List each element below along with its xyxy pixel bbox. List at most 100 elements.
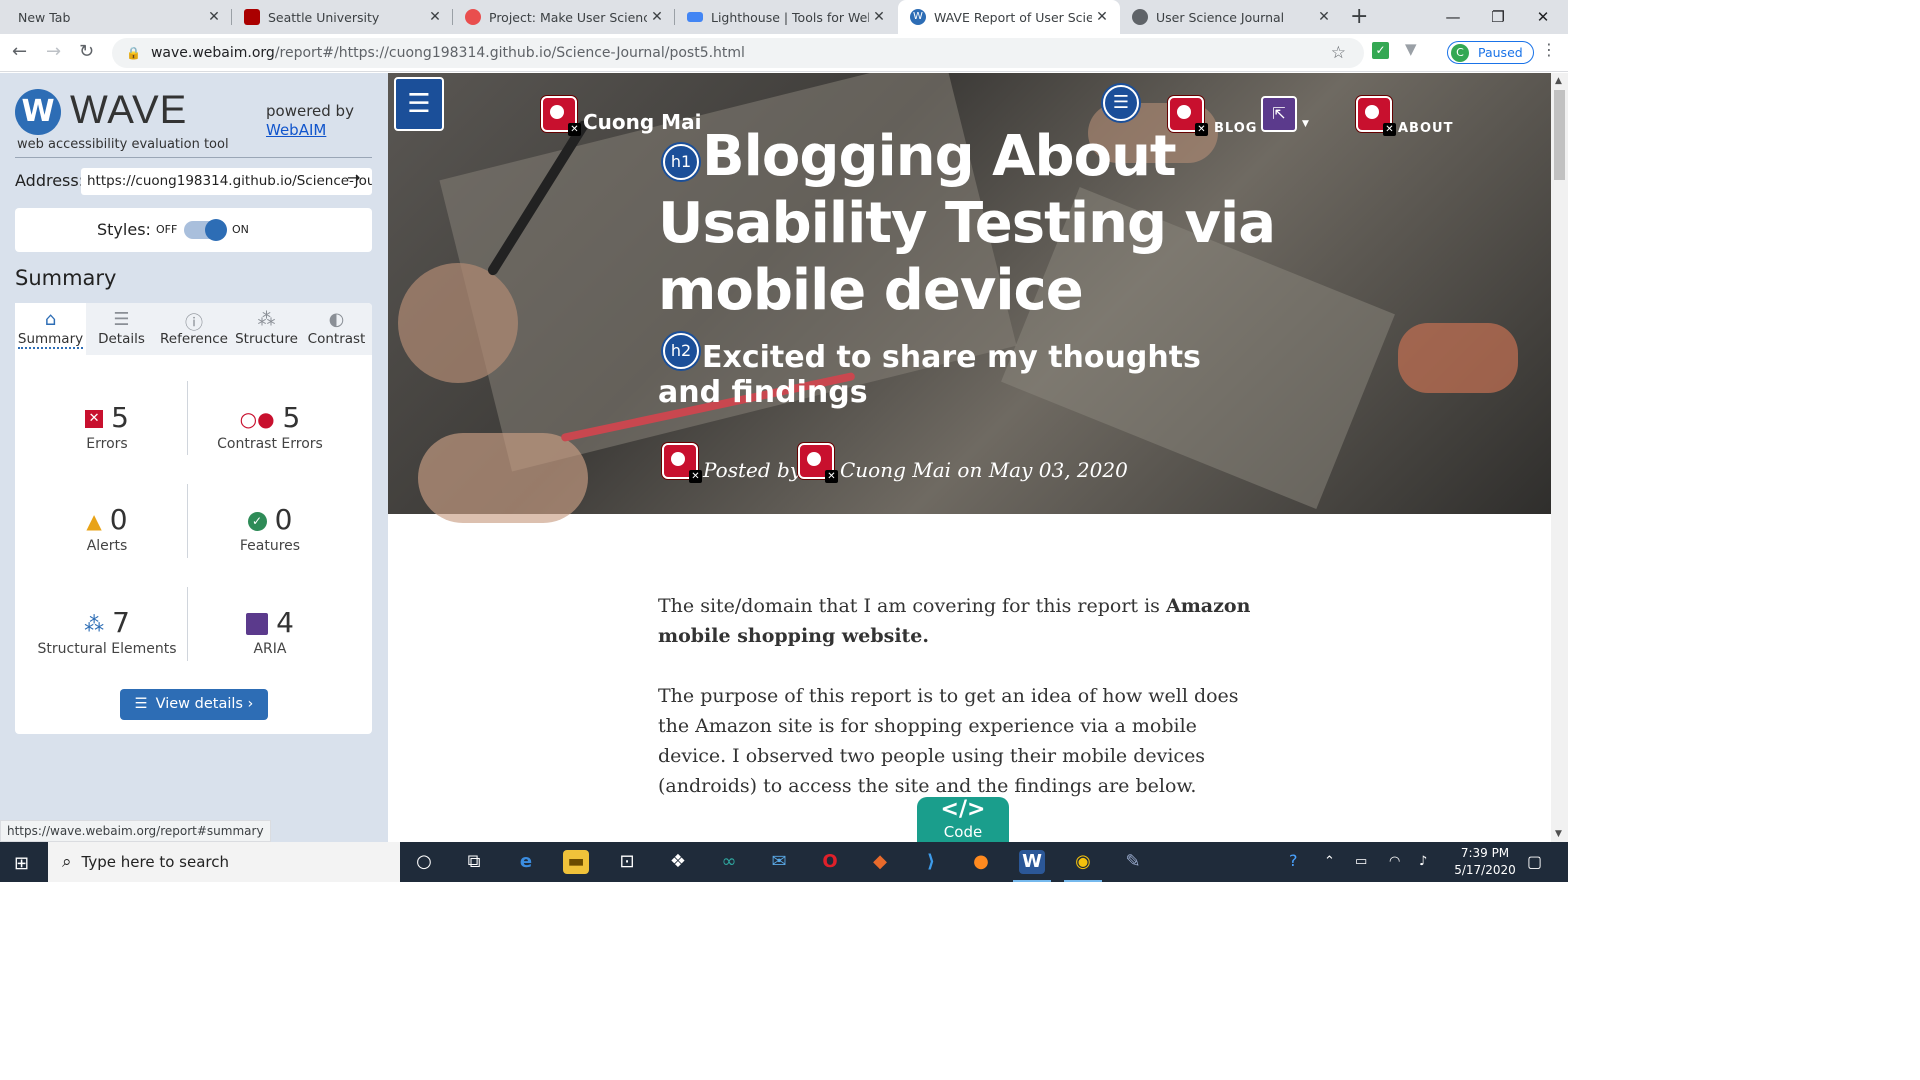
wave-list-icon[interactable]: ☰ — [1103, 85, 1139, 121]
tab-close-icon[interactable]: ✕ — [1314, 9, 1334, 25]
structural-stat[interactable]: ⁂ 7 Structural Elements — [22, 605, 192, 657]
tab-close-icon[interactable]: ✕ — [869, 9, 889, 25]
feature-check-icon: ✓ — [247, 511, 267, 531]
profile-status: Paused — [1478, 45, 1523, 60]
alerts-label: Alerts — [86, 538, 128, 554]
minimize-icon[interactable]: — — [1430, 0, 1476, 34]
extension-v-icon[interactable]: ▼ — [1405, 40, 1417, 58]
vscode-icon[interactable]: ⟩ — [918, 850, 944, 874]
tab-close-icon[interactable]: ✕ — [647, 9, 667, 25]
home-icon: ⌂ — [44, 309, 57, 330]
code-label: Code — [943, 823, 983, 841]
code-button[interactable]: </> Code — [917, 797, 1009, 842]
paragraph: The site/domain that I am covering for t… — [658, 591, 1268, 651]
mail-icon[interactable]: ✉ — [766, 850, 792, 874]
infinity-app-icon[interactable]: ∞ — [716, 850, 742, 874]
contrast-label: Contrast Errors — [217, 436, 323, 452]
dropbox-icon[interactable]: ❖ — [665, 850, 691, 874]
page-scrollbar[interactable]: ▲ ▼ — [1551, 73, 1568, 842]
windows-start-icon[interactable]: ⊞ — [14, 853, 29, 874]
webaim-link[interactable]: WebAIM — [266, 121, 326, 139]
tab-project[interactable]: Project: Make User Science Jo ✕ — [453, 0, 675, 34]
edge-icon[interactable]: e — [513, 850, 539, 874]
tab-wave-report[interactable]: W WAVE Report of User Science ✕ — [898, 0, 1120, 34]
features-stat[interactable]: ✓ 0 Features — [185, 502, 355, 554]
alerts-stat[interactable]: ▲ 0 Alerts — [22, 502, 192, 554]
tab-user-science-journal[interactable]: User Science Journal ✕ — [1120, 0, 1342, 34]
styles-toggle[interactable] — [184, 219, 227, 241]
taskbar-search[interactable]: ⌕ Type here to search — [48, 842, 400, 882]
paragraph: The purpose of this report is to get an … — [658, 685, 1239, 797]
tab-close-icon[interactable]: ✕ — [1092, 9, 1112, 25]
aria-count: 4 — [276, 606, 294, 639]
scrollbar-thumb[interactable] — [1554, 90, 1565, 180]
wave-error-icon[interactable]: ✕ — [541, 96, 581, 136]
file-explorer-icon[interactable]: ▬ — [563, 850, 589, 874]
errors-stat[interactable]: ✕ 5 Errors — [22, 400, 192, 452]
scroll-up-icon[interactable]: ▲ — [1555, 76, 1562, 86]
tab-seattle-university[interactable]: Seattle University ✕ — [232, 0, 453, 34]
wave-error-icon[interactable]: ✕ — [798, 443, 838, 483]
tab-reference[interactable]: ⓘ Reference — [157, 303, 231, 355]
tab-contrast[interactable]: ◐ Contrast — [301, 303, 372, 355]
forward-arrow-icon[interactable]: → — [46, 41, 61, 62]
opera-icon[interactable]: O — [817, 850, 843, 874]
url-path: /report#/https://cuong198314.github.io/S… — [274, 45, 745, 61]
tab-close-icon[interactable]: ✕ — [204, 9, 224, 25]
list-icon: ☰ — [134, 696, 148, 712]
dropdown-caret-icon[interactable]: ▼ — [1302, 119, 1309, 129]
word-icon[interactable]: W — [1013, 850, 1051, 882]
styles-toggle-panel: Styles: OFF ON — [15, 208, 372, 252]
wave-address-input[interactable]: https://cuong198314.github.io/Science-Jo… — [81, 168, 372, 195]
tab-label: Details — [98, 331, 145, 347]
bookmark-star-icon[interactable]: ☆ — [1331, 43, 1346, 63]
new-tab-plus-icon[interactable]: + — [1350, 4, 1368, 29]
tab-lighthouse[interactable]: Lighthouse | Tools for Web D ✕ — [675, 0, 897, 34]
wifi-icon[interactable]: ◠ — [1389, 854, 1400, 869]
tab-strip: New Tab ✕ Seattle University ✕ Project: … — [0, 0, 1568, 34]
go-arrow-icon[interactable]: → — [347, 168, 360, 187]
view-details-button[interactable]: ☰ View details › — [120, 689, 268, 720]
taskbar-clock[interactable]: 7:39 PM 5/17/2020 — [1448, 845, 1522, 879]
structural-count: 7 — [112, 606, 130, 639]
tab-details[interactable]: ☰ Details — [86, 303, 157, 355]
paint-icon[interactable]: ✎ — [1120, 850, 1146, 874]
wave-tagline: web accessibility evaluation tool — [17, 137, 229, 152]
firefox-icon[interactable]: ● — [968, 850, 994, 874]
code-icon: </> — [940, 797, 986, 822]
chrome-menu-icon[interactable]: ⋮ — [1541, 40, 1557, 59]
git-icon[interactable]: ◆ — [867, 850, 893, 874]
close-window-icon[interactable]: ✕ — [1520, 0, 1566, 34]
wave-error-icon[interactable]: ✕ — [1356, 96, 1396, 136]
tab-close-icon[interactable]: ✕ — [425, 9, 445, 25]
address-bar[interactable]: 🔒 wave.webaim.org/report#/https://cuong1… — [112, 38, 1364, 68]
tray-chevron-up-icon[interactable]: ⌃ — [1324, 854, 1335, 869]
tab-new-tab[interactable]: New Tab ✕ — [0, 0, 232, 34]
volume-icon[interactable]: ♪ — [1419, 854, 1427, 869]
profile-button[interactable]: C Paused — [1447, 41, 1534, 64]
store-icon[interactable]: ⊡ — [614, 850, 640, 874]
aria-stat[interactable]: 4 ARIA — [185, 605, 355, 657]
scroll-down-icon[interactable]: ▼ — [1555, 829, 1562, 839]
nav-about[interactable]: ABOUT — [1398, 121, 1453, 136]
back-arrow-icon[interactable]: ← — [12, 41, 27, 62]
extension-check-icon[interactable]: ✓ — [1372, 42, 1389, 59]
list-icon: ☰ — [113, 309, 130, 330]
windows-taskbar: ⊞ ⌕ Type here to search ○ ⧉ e ▬ ⊡ ❖ ∞ ✉ … — [0, 842, 1568, 882]
address-label: Address: — [15, 171, 85, 190]
help-icon[interactable]: ? — [1289, 851, 1298, 870]
status-bar-url: https://wave.webaim.org/report#summary — [0, 820, 271, 842]
notifications-icon[interactable]: ▢ — [1527, 852, 1542, 871]
chrome-icon[interactable]: ◉ — [1064, 850, 1102, 882]
reload-icon[interactable]: ↻ — [79, 41, 94, 62]
cortana-icon[interactable]: ○ — [411, 850, 437, 874]
maximize-icon[interactable]: ❐ — [1475, 0, 1521, 34]
contrast-errors-stat[interactable]: ○● 5 Contrast Errors — [185, 400, 355, 452]
wave-error-icon[interactable]: ✕ — [662, 443, 702, 483]
battery-icon[interactable]: ▭ — [1355, 854, 1367, 869]
task-view-icon[interactable]: ⧉ — [461, 850, 487, 874]
tab-summary[interactable]: ⌂ Summary — [15, 303, 86, 355]
browser-toolbar: ← → ↻ 🔒 wave.webaim.org/report#/https://… — [0, 34, 1568, 72]
tab-structure[interactable]: ⁂ Structure — [231, 303, 302, 355]
wave-document-structure-icon[interactable]: ☰ — [394, 77, 444, 131]
